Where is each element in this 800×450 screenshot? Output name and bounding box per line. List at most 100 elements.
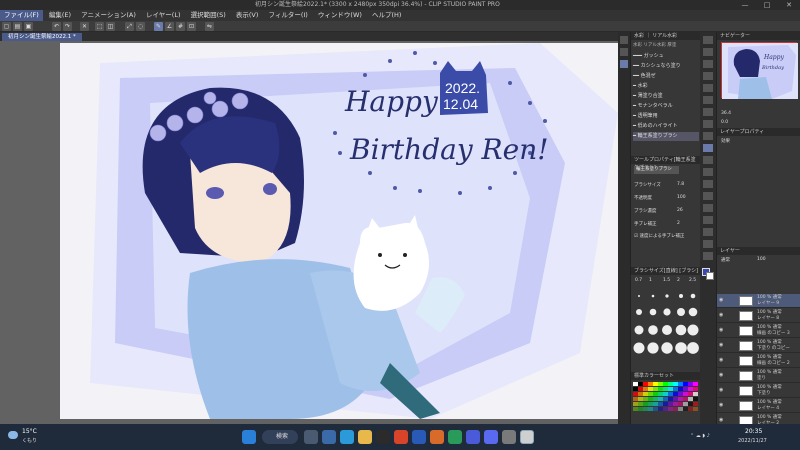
- eye-icon[interactable]: ◉: [719, 342, 725, 348]
- color-swatch[interactable]: [693, 402, 698, 406]
- eye-icon[interactable]: ◉: [719, 327, 725, 333]
- pencil-subtool-icon[interactable]: [620, 48, 628, 56]
- pen-subtool-icon[interactable]: [620, 36, 628, 44]
- undo-icon[interactable]: ↶: [52, 22, 61, 31]
- excel-icon[interactable]: [448, 430, 462, 444]
- brush-item-selected[interactable]: ━ 輪王系塗りブラシ: [633, 132, 699, 141]
- operation-tool-icon[interactable]: [703, 60, 713, 68]
- layer-row[interactable]: ◉ 100 % 通常 下塗り: [717, 384, 800, 398]
- zoom-tool-icon[interactable]: [703, 36, 713, 44]
- decoration-tool-icon[interactable]: [703, 168, 713, 176]
- menu-selection[interactable]: 選択範囲(S): [187, 10, 230, 21]
- size-preset[interactable]: 2.5: [689, 278, 696, 283]
- menu-window[interactable]: ウィンドウ(W): [314, 10, 366, 21]
- brush-item[interactable]: ━━ カシシュなら塗り: [633, 62, 699, 71]
- clear-icon[interactable]: ✕: [80, 22, 89, 31]
- layer-row[interactable]: ◉ 100 % 通常 塗り: [717, 369, 800, 383]
- menu-view[interactable]: 表示(V): [232, 10, 263, 21]
- chrome-icon[interactable]: [502, 430, 516, 444]
- weather-icon[interactable]: [8, 431, 18, 439]
- word-icon[interactable]: [412, 430, 426, 444]
- document-tab[interactable]: 初月シン誕生祭絵2022.1 *: [2, 33, 82, 41]
- teams-icon[interactable]: [466, 430, 480, 444]
- layer-opacity[interactable]: 100: [757, 257, 766, 262]
- task-view-icon[interactable]: [304, 430, 318, 444]
- brush-item[interactable]: ━ 透明筆用: [633, 112, 699, 121]
- blend-mode-select[interactable]: 通常: [721, 257, 730, 263]
- menu-animation[interactable]: アニメーション(A): [77, 10, 140, 21]
- brush-tabs[interactable]: 水彩 リアル水彩 厚塗: [633, 42, 699, 50]
- maximize-button[interactable]: □: [756, 0, 778, 10]
- move-layer-tool-icon[interactable]: [703, 72, 713, 80]
- color-swatch[interactable]: [693, 382, 698, 386]
- color-swatch[interactable]: [693, 397, 698, 401]
- brush-size-value[interactable]: 7.8: [677, 182, 684, 187]
- blend-tool-icon[interactable]: [703, 192, 713, 200]
- clock-date[interactable]: 2022/11/27: [738, 438, 767, 444]
- size-dots[interactable]: [633, 288, 699, 358]
- explorer-icon[interactable]: [358, 430, 372, 444]
- density-value[interactable]: 26: [677, 208, 683, 213]
- color-swatch[interactable]: [693, 392, 698, 396]
- layer-row[interactable]: ◉ 100 % 通常 レイヤー 9: [717, 294, 800, 308]
- airbrush-tool-icon[interactable]: [703, 156, 713, 164]
- brush-item[interactable]: ━ モナンタベラル: [633, 102, 699, 111]
- search-box[interactable]: 検索: [262, 430, 298, 444]
- office-icon[interactable]: [394, 430, 408, 444]
- brush-density-value[interactable]: 100: [677, 195, 686, 200]
- selection-tool-icon[interactable]: [703, 84, 713, 92]
- angle-value[interactable]: 0.0: [721, 120, 728, 125]
- powerpoint-icon[interactable]: [430, 430, 444, 444]
- pen-tool-icon[interactable]: [703, 120, 713, 128]
- brush-tool-icon[interactable]: [703, 144, 713, 152]
- balloon-tool-icon[interactable]: [703, 252, 713, 260]
- weather-temp[interactable]: 15°C: [22, 428, 37, 435]
- eye-icon[interactable]: ◉: [719, 417, 725, 423]
- snap-icon[interactable]: ⊡: [187, 22, 196, 31]
- size-preset[interactable]: 2: [677, 278, 680, 283]
- save-icon[interactable]: ▣: [24, 22, 33, 31]
- layer-row[interactable]: ◉ 100 % 通常 線画 のコピー 3: [717, 324, 800, 338]
- size-preset[interactable]: 1: [649, 278, 652, 283]
- gradient-tool-icon[interactable]: [703, 216, 713, 224]
- eye-icon[interactable]: ◉: [719, 387, 725, 393]
- eye-icon[interactable]: ◉: [719, 402, 725, 408]
- transform-icon[interactable]: ⤢: [125, 22, 134, 31]
- eyedropper-tool-icon[interactable]: [703, 108, 713, 116]
- move-tool-icon[interactable]: [703, 48, 713, 56]
- color-swatch[interactable]: [693, 407, 698, 411]
- menu-layer[interactable]: レイヤー(L): [142, 10, 185, 21]
- start-icon[interactable]: [242, 430, 256, 444]
- color-swatch[interactable]: [693, 387, 698, 391]
- eye-icon[interactable]: ◉: [719, 372, 725, 378]
- app-icon[interactable]: [376, 430, 390, 444]
- grid-icon[interactable]: #: [176, 22, 185, 31]
- ruler-icon[interactable]: ∠: [165, 22, 174, 31]
- layer-row[interactable]: ◉ 100 % 通常 線画 のコピー 2: [717, 354, 800, 368]
- close-button[interactable]: ✕: [778, 0, 800, 10]
- brush-item[interactable]: ━ 水彩: [633, 82, 699, 91]
- auto-select-tool-icon[interactable]: [703, 96, 713, 104]
- menu-filter[interactable]: フィルター(I): [264, 10, 311, 21]
- pen-icon[interactable]: ✎: [154, 22, 163, 31]
- stabilizer-value[interactable]: 2: [677, 221, 680, 226]
- layer-row[interactable]: ◉ 100 % 通常 下塗り のコピー: [717, 339, 800, 353]
- invert-icon[interactable]: ◫: [106, 22, 115, 31]
- open-icon[interactable]: ▤: [13, 22, 22, 31]
- speed-stabilizer-checkbox[interactable]: ☑ 速度による手ブレ補正: [634, 233, 684, 239]
- minimize-button[interactable]: —: [734, 0, 756, 10]
- brush-item[interactable]: ━━ 色混ぜ: [633, 72, 699, 81]
- brush-item[interactable]: ━━━ ガッシュ: [633, 52, 699, 61]
- redo-icon[interactable]: ↷: [63, 22, 72, 31]
- size-preset[interactable]: 0.7: [635, 278, 642, 283]
- new-file-icon[interactable]: ▢: [2, 22, 11, 31]
- layer-row[interactable]: ◉ 100 % 通常 レイヤー 4: [717, 399, 800, 413]
- clock-time[interactable]: 20:35: [745, 428, 762, 435]
- widgets-icon[interactable]: [322, 430, 336, 444]
- pencil-tool-icon[interactable]: [703, 132, 713, 140]
- tray-icons[interactable]: ⌃ ☁ ◗ ♪: [690, 433, 710, 439]
- brush-item[interactable]: ━ 薄塗り合塗: [633, 92, 699, 101]
- edge-icon[interactable]: [340, 430, 354, 444]
- menu-edit[interactable]: 編集(E): [45, 10, 75, 21]
- eye-icon[interactable]: ◉: [719, 357, 725, 363]
